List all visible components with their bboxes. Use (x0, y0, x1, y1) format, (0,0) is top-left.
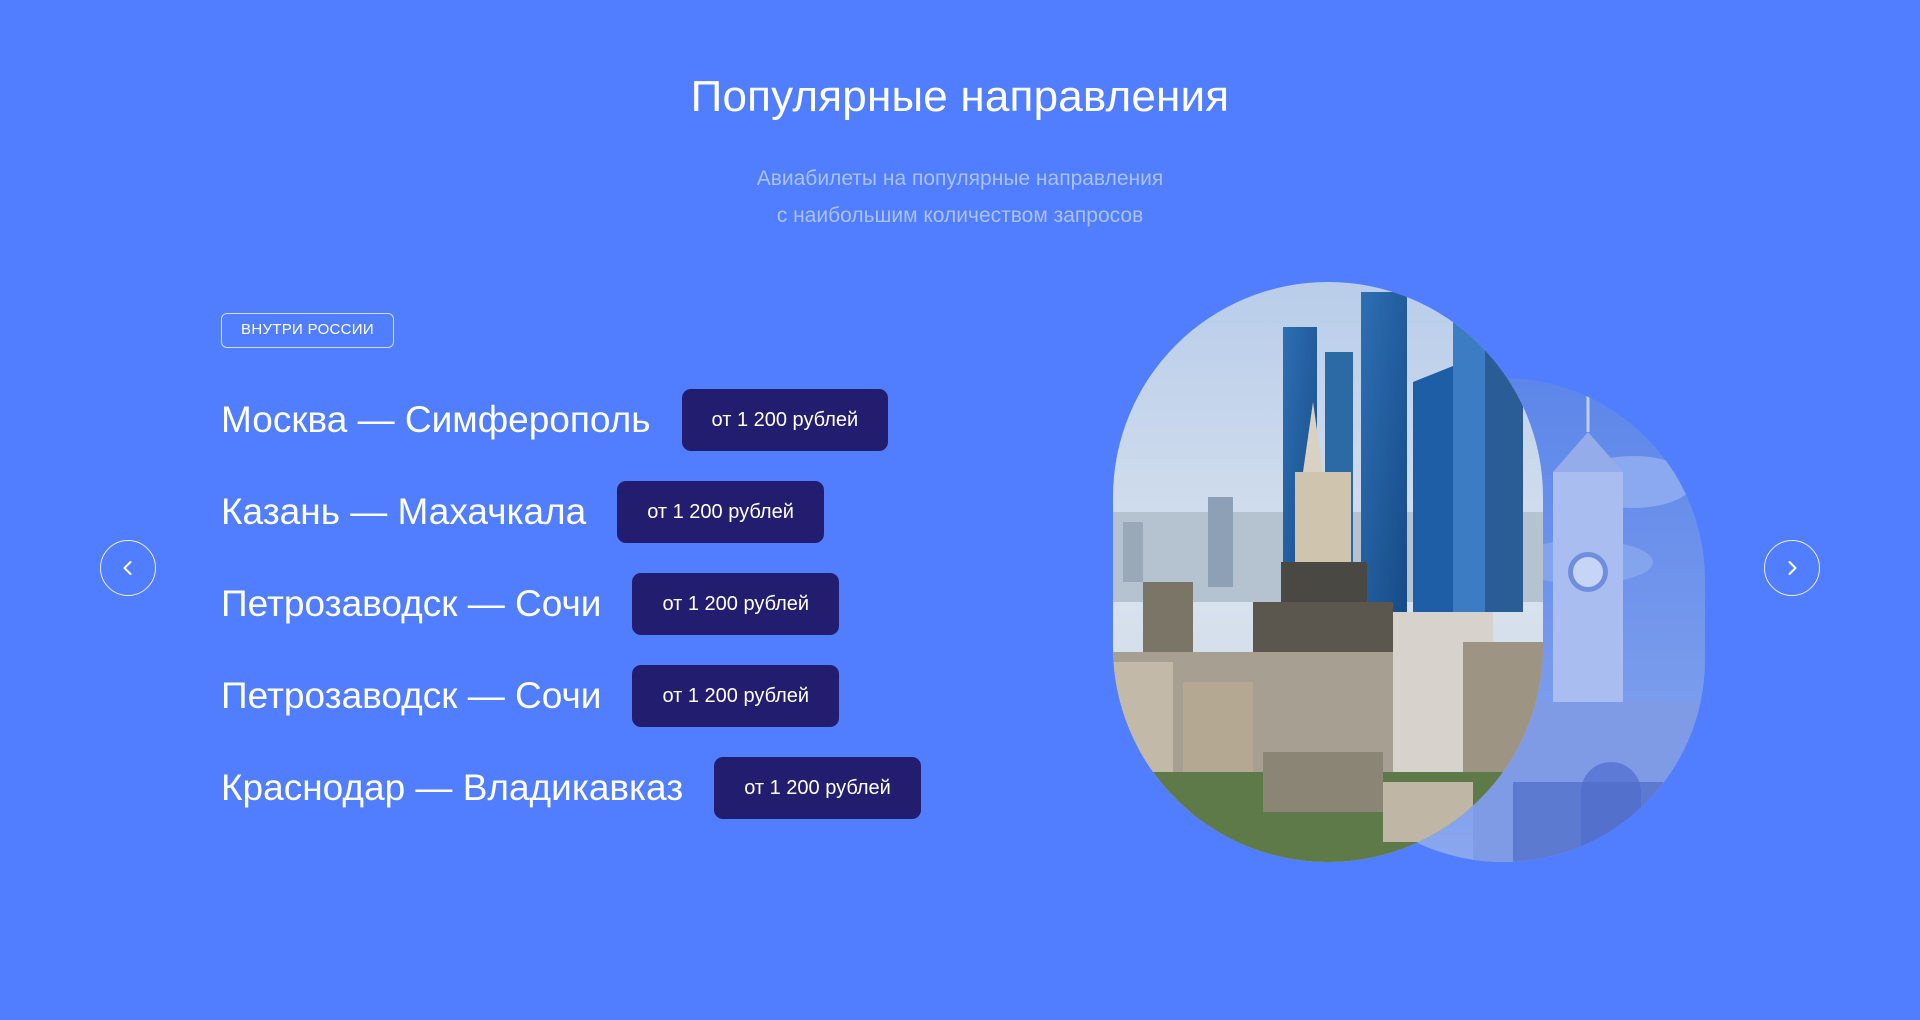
route-name[interactable]: Петрозаводск — Сочи (221, 675, 601, 717)
price-button[interactable]: от 1 200 рублей (632, 665, 840, 727)
carousel-prev-button[interactable] (100, 540, 156, 596)
route-item: Казань — Махачкала от 1 200 рублей (221, 481, 921, 543)
price-button[interactable]: от 1 200 рублей (632, 573, 840, 635)
chevron-left-icon (123, 561, 132, 575)
section-title: Популярные направления (690, 72, 1230, 121)
subtitle-line: с наибольшим количеством запросов (776, 204, 1144, 227)
filter-tag-russia[interactable]: ВНУТРИ РОССИИ (221, 313, 394, 348)
image-moscow-city (1113, 282, 1543, 862)
route-item: Краснодар — Владикавказ от 1 200 рублей (221, 757, 921, 819)
route-name[interactable]: Краснодар — Владикавказ (221, 767, 683, 809)
route-item: Москва — Симферополь от 1 200 рублей (221, 389, 921, 451)
price-button[interactable]: от 1 200 рублей (714, 757, 921, 819)
subtitle-line: Авиабилеты на популярные направления (756, 167, 1164, 190)
carousel-next-button[interactable] (1764, 540, 1820, 596)
price-button[interactable]: от 1 200 рублей (681, 389, 889, 451)
route-name[interactable]: Петрозаводск — Сочи (221, 583, 601, 625)
section-subtitle: Авиабилеты на популярные направления с н… (0, 160, 1920, 234)
route-item: Петрозаводск — Сочи от 1 200 рублей (221, 665, 921, 727)
route-name[interactable]: Москва — Симферополь (221, 399, 651, 441)
chevron-right-icon (1788, 561, 1797, 575)
price-button[interactable]: от 1 200 рублей (617, 481, 824, 543)
route-name[interactable]: Казань — Махачкала (221, 491, 586, 533)
route-list: Москва — Симферополь от 1 200 рублей Каз… (221, 389, 921, 849)
route-item: Петрозаводск — Сочи от 1 200 рублей (221, 573, 921, 635)
destination-images (1113, 282, 1705, 862)
